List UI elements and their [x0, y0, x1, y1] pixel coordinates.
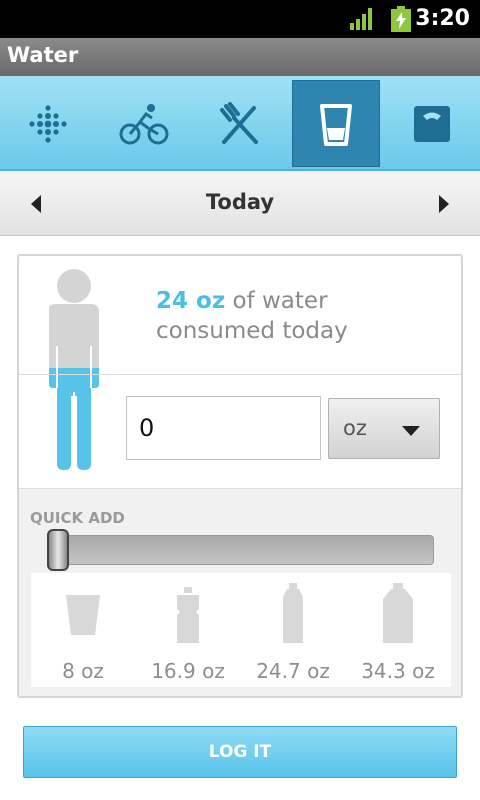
summary-text-2: consumed today [156, 318, 348, 344]
container-options: 8 oz 16.9 oz 24.7 oz 34.3 oz [31, 573, 451, 687]
water-level-person-icon [49, 269, 99, 470]
chevron-down-icon [402, 426, 420, 436]
water-glass-icon [320, 103, 352, 146]
quick-add-label: QUICK ADD [30, 509, 125, 527]
bottle-icon [283, 583, 303, 643]
water-card: 24 oz of water consumed today oz QUICK A… [17, 254, 463, 698]
amount-input[interactable] [126, 396, 321, 460]
container-size-label: 34.3 oz [361, 659, 435, 683]
status-time: 3:20 [415, 6, 470, 31]
water-summary: 24 oz of water consumed today [156, 286, 456, 346]
log-it-button[interactable]: LOG IT [23, 726, 457, 778]
slider-thumb[interactable] [47, 529, 69, 571]
quick-add-slider[interactable] [48, 535, 434, 565]
tab-weight[interactable] [388, 80, 476, 167]
container-sport-bottle[interactable]: 16.9 oz [136, 573, 240, 687]
unit-label: oz [343, 416, 367, 440]
container-large-bottle[interactable]: 34.3 oz [346, 573, 450, 687]
container-size-label: 8 oz [62, 659, 104, 683]
large-bottle-icon [383, 583, 413, 643]
signal-icon [350, 8, 372, 30]
consumed-amount: 24 oz [156, 288, 226, 314]
container-bottle[interactable]: 24.7 oz [241, 573, 345, 687]
next-day-arrow-icon[interactable] [428, 189, 458, 219]
container-size-label: 16.9 oz [151, 659, 225, 683]
page-title: Water [7, 43, 79, 67]
date-label: Today [205, 190, 275, 214]
quick-add-section: QUICK ADD 8 oz 16.9 oz 24.7 oz 34.3 oz [19, 488, 461, 696]
title-bar: Water [0, 38, 480, 76]
summary-text-1: of water [225, 288, 328, 314]
glass-icon [66, 595, 100, 635]
sport-bottle-icon [177, 587, 199, 643]
container-size-label: 24.7 oz [256, 659, 330, 683]
date-navigation: Today [0, 171, 480, 236]
tab-exercise[interactable] [100, 80, 188, 167]
scale-icon [414, 105, 450, 142]
divider [19, 374, 461, 375]
battery-charging-icon [391, 6, 411, 32]
tab-water[interactable] [292, 80, 380, 167]
tab-food[interactable] [196, 80, 284, 167]
unit-dropdown[interactable]: oz [328, 398, 440, 459]
status-bar: 3:20 [0, 0, 480, 38]
tab-activity[interactable] [4, 80, 92, 167]
activity-dots-icon [29, 104, 67, 143]
container-glass[interactable]: 8 oz [31, 573, 135, 687]
bike-icon [119, 103, 169, 144]
tab-bar [0, 76, 480, 171]
fork-knife-icon [220, 101, 258, 144]
